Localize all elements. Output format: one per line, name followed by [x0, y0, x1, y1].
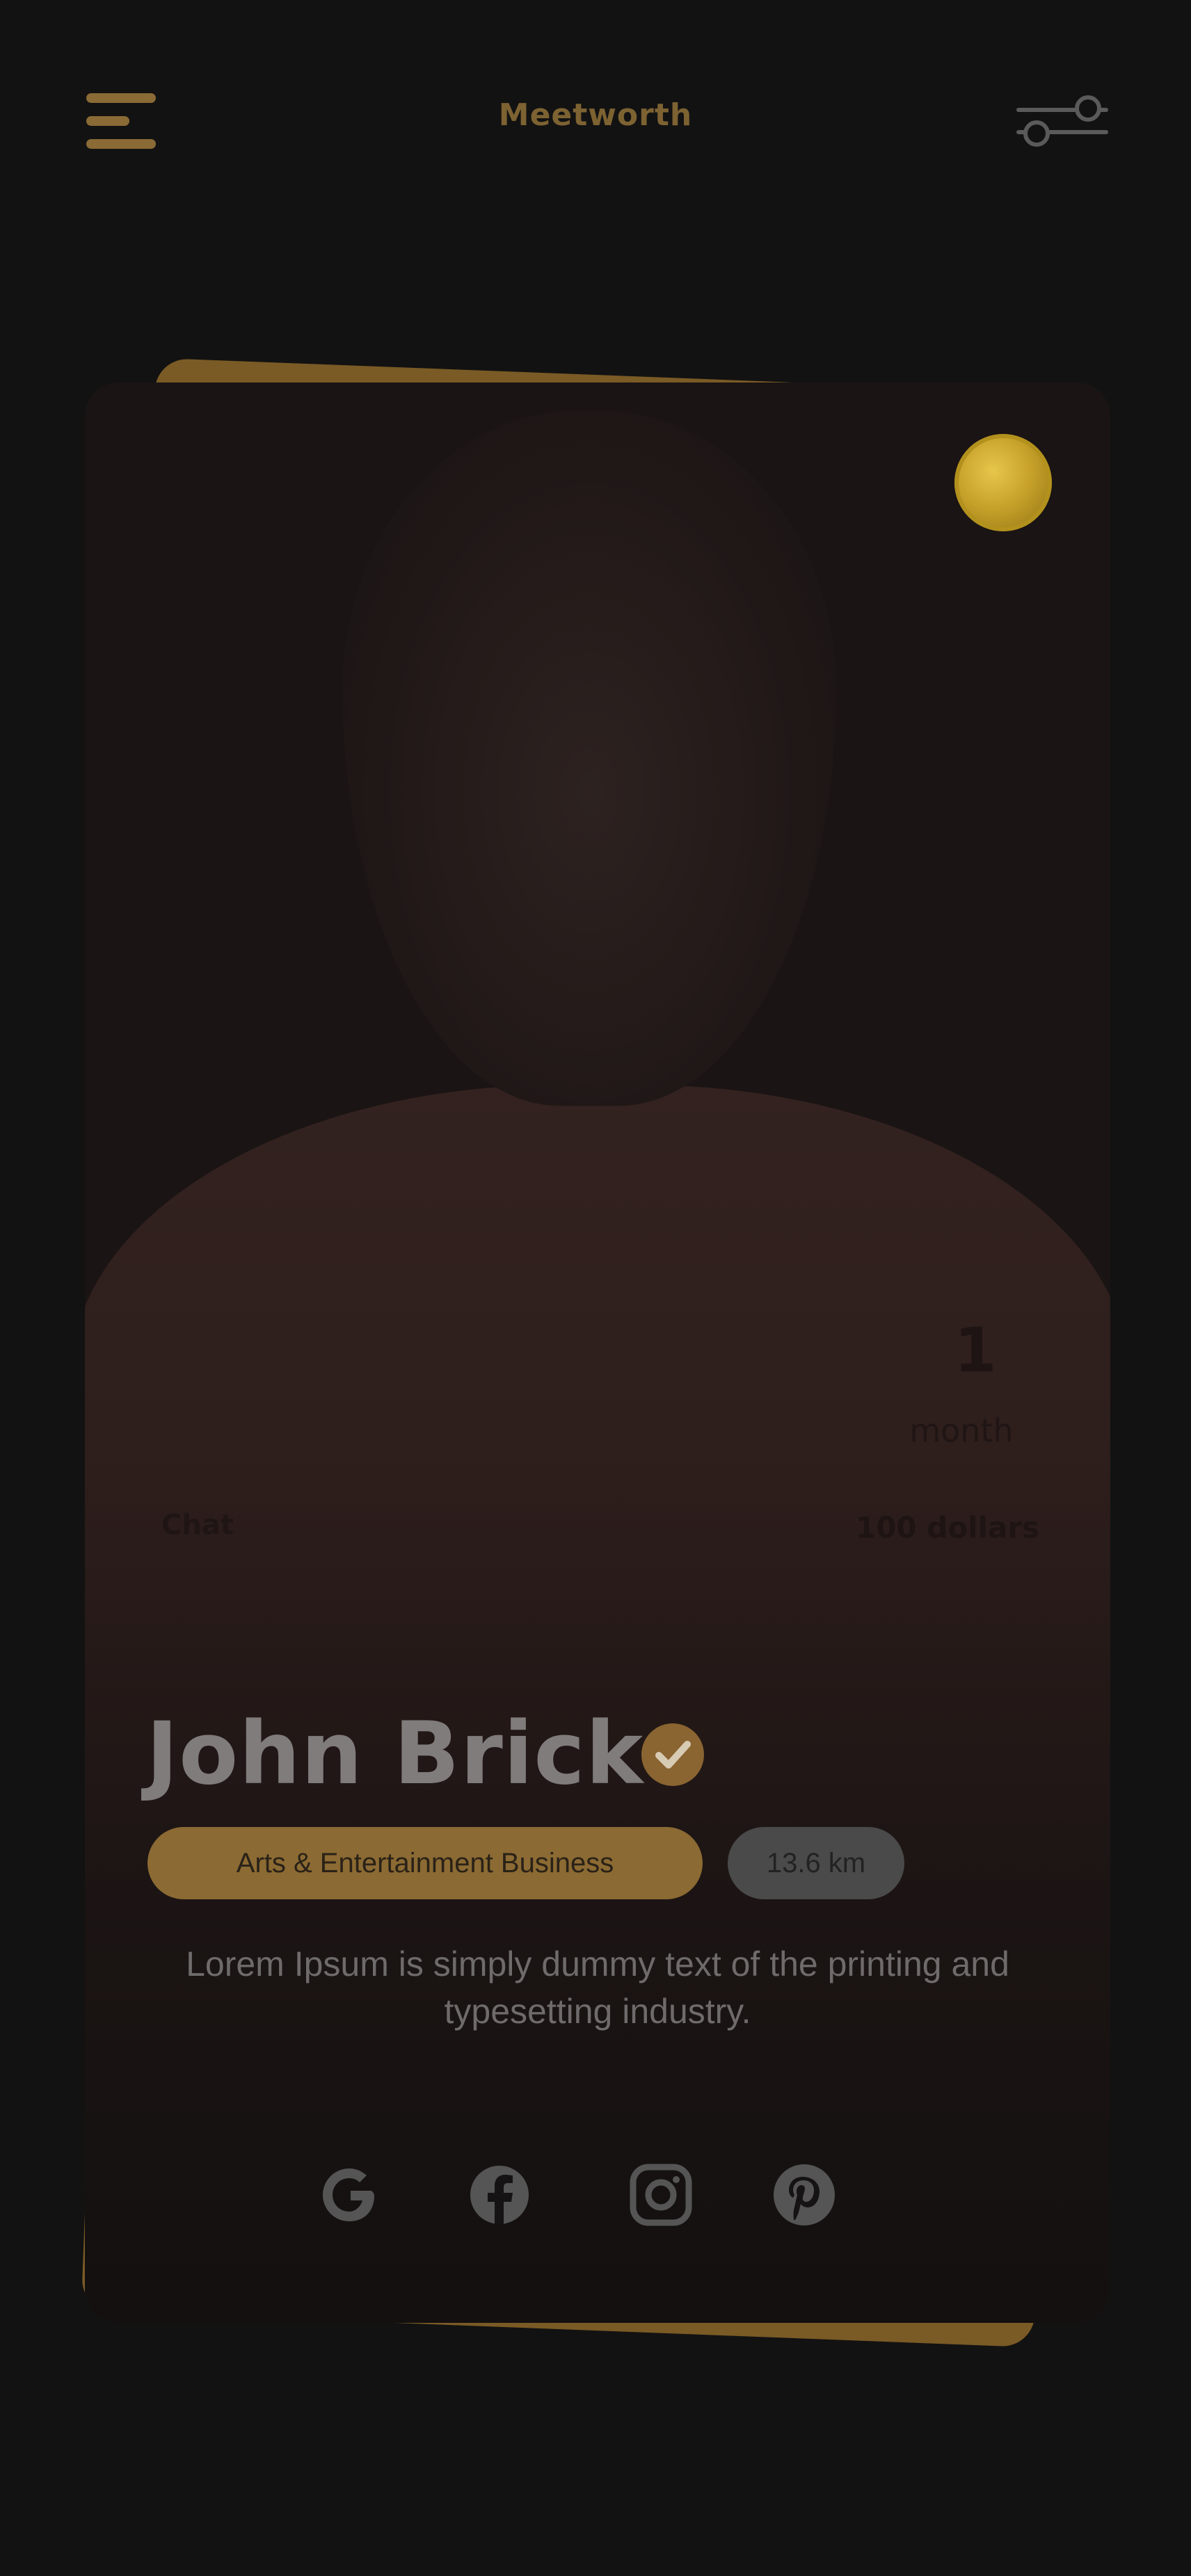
facebook-button[interactable]	[465, 2160, 534, 2230]
price-label: 100 dollars	[855, 1511, 1040, 1545]
category-tag[interactable]: Arts & Entertainment Business	[147, 1827, 703, 1899]
pinterest-button[interactable]	[769, 2160, 839, 2230]
instagram-icon	[630, 2164, 692, 2226]
check-badge-icon	[641, 1723, 704, 1786]
duration-value: 1	[954, 1314, 997, 1386]
facebook-icon	[470, 2166, 529, 2224]
google-button[interactable]	[314, 2160, 384, 2230]
google-icon	[323, 2168, 374, 2221]
left-stat-label: Chat	[161, 1509, 234, 1541]
profile-description: Lorem Ipsum is simply dummy text of the …	[186, 1945, 1009, 2031]
profile-card[interactable]: 1 month 100 dollars Chat John Brick Arts…	[85, 383, 1110, 2323]
instagram-button[interactable]	[626, 2160, 696, 2230]
profile-name: John Brick	[146, 1704, 644, 1804]
sliders-filter-icon	[1016, 95, 1108, 147]
gold-coin-icon	[954, 434, 1052, 531]
app-logo: Meetworth	[498, 97, 693, 133]
filter-button[interactable]	[1016, 95, 1109, 147]
duration-unit: month	[909, 1412, 1014, 1449]
pinterest-icon	[774, 2164, 835, 2225]
hamburger-line	[86, 139, 156, 149]
distance-tag: 13.6 km	[728, 1827, 904, 1899]
